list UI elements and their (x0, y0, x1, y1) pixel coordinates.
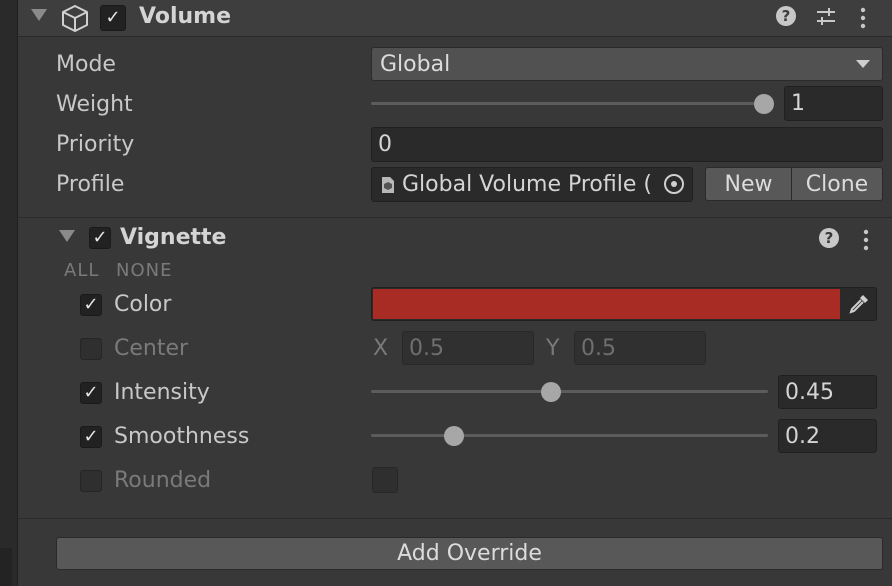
chevron-down-icon (856, 60, 870, 68)
all-toggle[interactable]: ALL (64, 260, 99, 281)
cube-icon (60, 3, 90, 39)
smoothness-slider-thumb[interactable] (444, 426, 464, 446)
kebab-menu-icon[interactable] (859, 6, 867, 36)
section-divider (18, 217, 892, 218)
center-override-checkbox[interactable] (80, 338, 102, 360)
center-label: Center (114, 336, 189, 361)
presets-icon[interactable] (814, 5, 838, 35)
weight-label: Weight (56, 92, 133, 117)
intensity-slider-thumb[interactable] (541, 382, 561, 402)
smoothness-label: Smoothness (114, 424, 250, 449)
rounded-value-checkbox[interactable] (372, 467, 398, 493)
profile-object-field[interactable]: Global Volume Profile ( (371, 167, 693, 202)
priority-label: Priority (56, 132, 135, 157)
center-y-field[interactable]: 0.5 (574, 331, 706, 365)
color-swatch[interactable] (373, 289, 840, 319)
intensity-override-checkbox[interactable]: ✓ (80, 382, 102, 404)
eyedropper-icon[interactable] (848, 293, 870, 321)
object-picker-icon[interactable] (664, 174, 684, 194)
profile-label: Profile (56, 172, 125, 197)
smoothness-field[interactable]: 0.2 (778, 419, 877, 453)
component-enabled-checkbox[interactable]: ✓ (100, 5, 126, 31)
vignette-help-icon[interactable]: ? (819, 228, 839, 248)
component-title: Volume (139, 4, 231, 29)
intensity-field[interactable]: 0.45 (778, 375, 877, 409)
center-x-label: X (373, 336, 389, 361)
foldout-arrow-icon[interactable] (31, 9, 47, 21)
center-y-label: Y (546, 336, 560, 361)
vignette-title: Vignette (120, 225, 227, 250)
clone-profile-button[interactable]: Clone (791, 167, 883, 201)
intensity-slider-track[interactable] (371, 390, 768, 393)
rounded-override-checkbox[interactable] (80, 470, 102, 492)
vignette-enabled-checkbox[interactable]: ✓ (89, 227, 111, 249)
left-gutter (0, 0, 18, 586)
add-override-button[interactable]: Add Override (56, 537, 883, 570)
color-field[interactable] (371, 287, 877, 321)
intensity-label: Intensity (114, 380, 210, 405)
smoothness-override-checkbox[interactable]: ✓ (80, 426, 102, 448)
weight-field[interactable]: 1 (784, 86, 883, 121)
profile-value: Global Volume Profile ( (402, 172, 652, 197)
weight-slider-track[interactable] (371, 102, 765, 105)
color-label: Color (114, 292, 172, 317)
new-profile-button[interactable]: New (705, 167, 792, 201)
rounded-label: Rounded (114, 468, 212, 493)
help-icon[interactable]: ? (776, 6, 796, 26)
mode-dropdown[interactable]: Global (371, 47, 883, 81)
mode-label: Mode (56, 52, 116, 77)
color-override-checkbox[interactable]: ✓ (80, 294, 102, 316)
mode-value: Global (380, 51, 451, 77)
none-toggle[interactable]: NONE (116, 260, 172, 281)
vignette-kebab-menu-icon[interactable] (862, 228, 870, 258)
priority-field[interactable]: 0 (371, 127, 883, 162)
weight-slider-thumb[interactable] (754, 94, 774, 114)
section-divider-bottom (18, 518, 892, 519)
profile-asset-icon (380, 176, 396, 194)
center-x-field[interactable]: 0.5 (402, 331, 534, 365)
smoothness-slider-track[interactable] (371, 434, 768, 437)
vignette-foldout-arrow-icon[interactable] (59, 230, 75, 242)
